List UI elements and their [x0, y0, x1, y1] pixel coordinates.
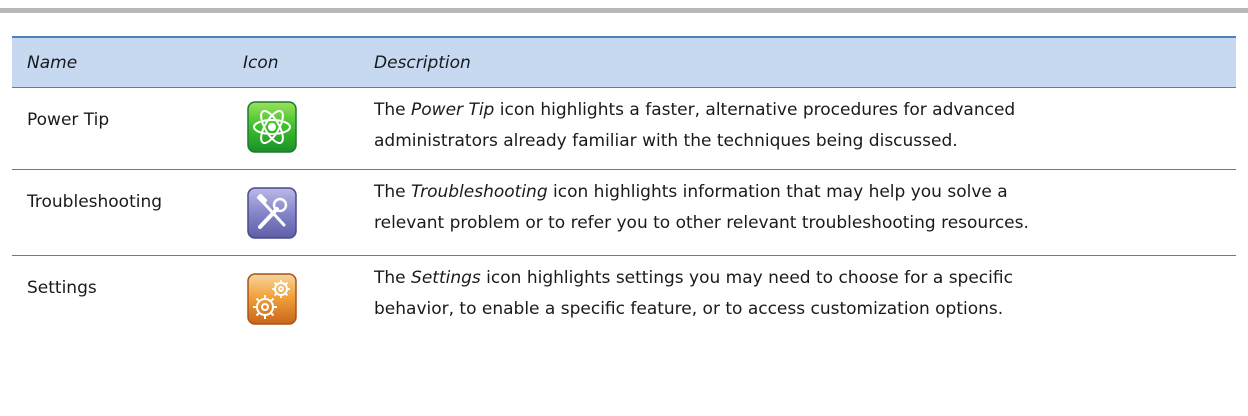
troubleshooting-tools-icon [247, 187, 297, 239]
row-description: The Settings icon highlights settings yo… [374, 263, 1194, 325]
description-line-2: relevant problem or to refer you to othe… [374, 213, 1029, 233]
settings-gears-icon [247, 273, 297, 325]
header-description: Description [374, 53, 471, 73]
table-row: Settings The Settings icon highlights se… [12, 256, 1236, 342]
icon-legend-table: Name Icon Description Power Tip The Powe… [12, 36, 1236, 342]
row-name: Troubleshooting [27, 192, 163, 212]
desc-prefix: The [374, 100, 412, 120]
desc-line1-rest: icon highlights a faster, alternative pr… [494, 100, 1016, 120]
description-line-1: The Power Tip icon highlights a faster, … [374, 95, 1194, 126]
desc-term: Settings [411, 268, 481, 288]
desc-line1-rest: icon highlights settings you may need to… [480, 268, 1013, 288]
description-line-1: The Troubleshooting icon highlights info… [374, 177, 1194, 208]
header-icon: Icon [243, 53, 279, 73]
header-name: Name [27, 53, 78, 73]
top-divider [0, 8, 1248, 13]
table-header-row: Name Icon Description [12, 36, 1236, 88]
description-line-2: behavior, to enable a specific feature, … [374, 299, 1004, 319]
desc-line1-rest: icon highlights information that may hel… [547, 182, 1008, 202]
row-description: The Troubleshooting icon highlights info… [374, 177, 1194, 239]
desc-term: Power Tip [411, 100, 495, 120]
row-name: Power Tip [27, 110, 110, 130]
desc-prefix: The [374, 182, 412, 202]
description-line-1: The Settings icon highlights settings yo… [374, 263, 1194, 294]
desc-term: Troubleshooting [411, 182, 548, 202]
table-row: Troubleshooting The Troubleshooting icon… [12, 170, 1236, 256]
power-tip-atom-icon [247, 101, 297, 153]
desc-prefix: The [374, 268, 412, 288]
row-description: The Power Tip icon highlights a faster, … [374, 95, 1194, 157]
description-line-2: administrators already familiar with the… [374, 131, 958, 151]
table-row: Power Tip The Power Tip icon highlights … [12, 88, 1236, 170]
row-name: Settings [27, 278, 97, 298]
